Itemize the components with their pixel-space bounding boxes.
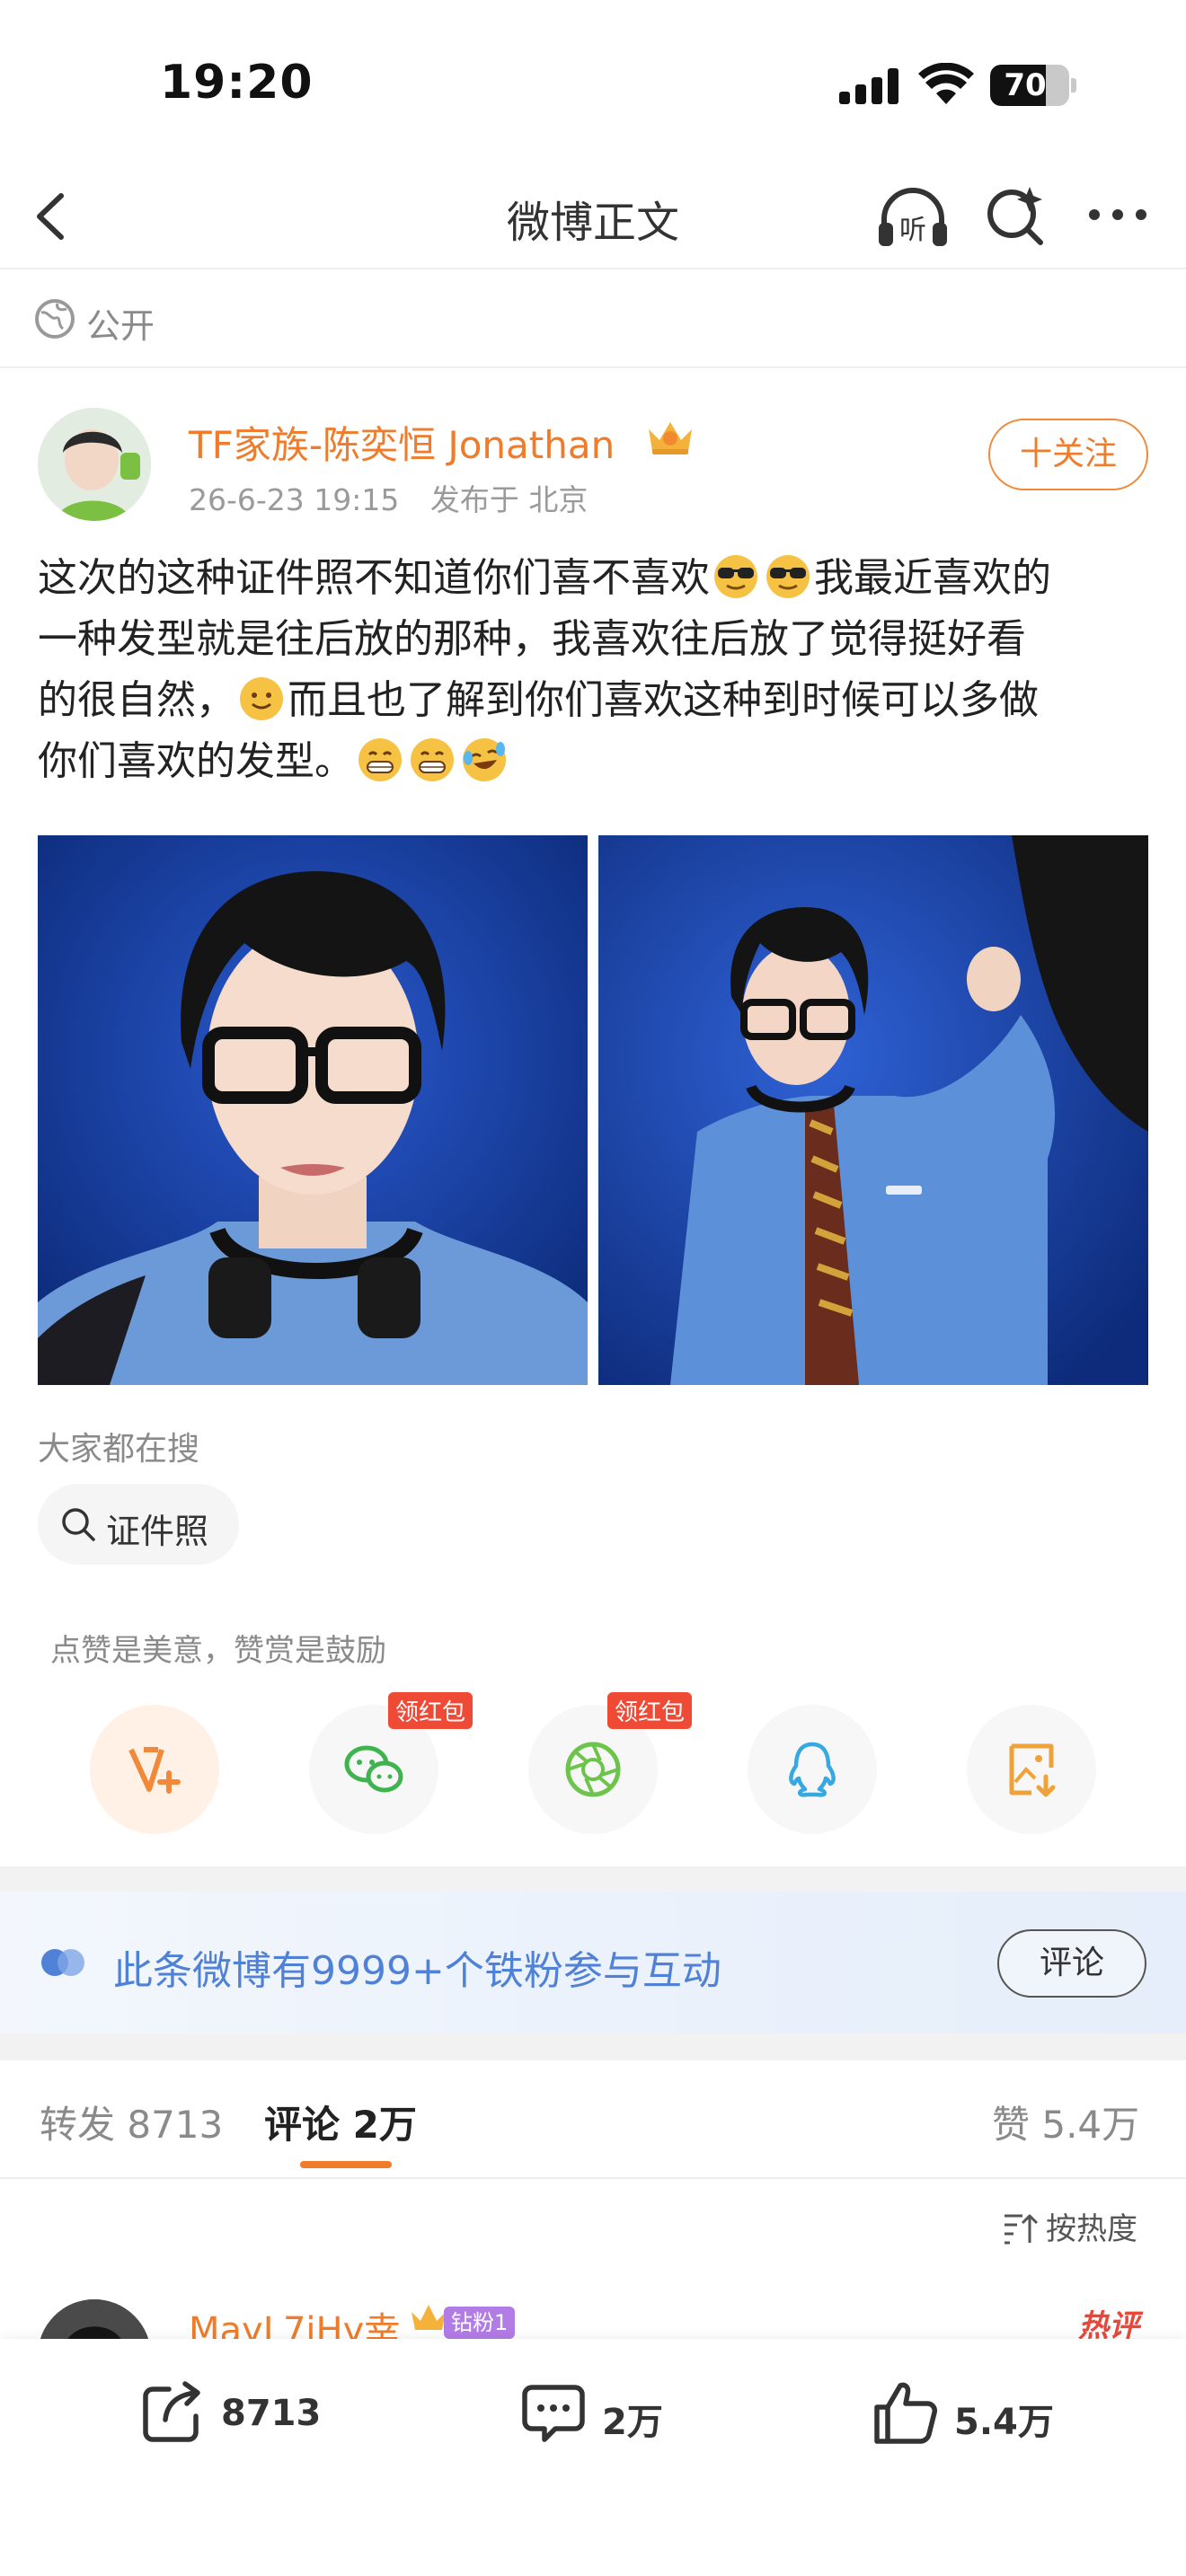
search-icon [62,1508,95,1541]
section-divider [0,1866,1186,1892]
post-line: 你们喜欢的发型。 [38,738,354,784]
tab-likes[interactable]: 赞 5.4万 [992,2095,1139,2149]
fans-interaction-banner[interactable]: 此条微博有9999+个铁粉参与互动 评论 [0,1892,1186,2033]
cool-sunglasses-emoji-icon [766,555,810,598]
bottom-action-bar: 8713 2万 5.4万 [0,2339,1186,2576]
battery-level: 70 [1004,67,1047,103]
share-wechat-button[interactable]: 领红包 [309,1692,474,1834]
comment-icon [522,2385,585,2442]
crown-badge-icon [649,422,692,454]
post-text: 这次的这种证件照不知道你们喜不喜欢 我最近喜欢的 一种发型就是往后放的那种，我喜欢… [38,548,1148,792]
qq-penguin-icon [789,1742,836,1797]
cellular-signal-icon [839,68,902,104]
section-divider [0,2033,1186,2060]
redpack-badge: 领红包 [607,1692,693,1729]
tab-comment[interactable]: 评论 2万 [264,2095,417,2149]
sort-button[interactable]: 按热度 [1003,2204,1137,2248]
post-line: 我最近喜欢的 [814,555,1051,601]
fan-level-badge: 钻粉1 [444,2307,516,2339]
fans-badge-icon [41,1949,84,1976]
listen-headphones-icon[interactable]: 听 [875,181,951,253]
comment-count: 2万 [602,2402,663,2443]
follow-button[interactable]: 十关注 [988,419,1148,490]
post-line: 一种发型就是往后放的那种，我喜欢往后放了觉得挺好看 [38,616,1026,662]
thumbs-up-icon [874,2382,937,2444]
tab-repost[interactable]: 转发 8713 [40,2095,223,2149]
smile-emoji-icon [240,677,283,720]
reward-button[interactable] [90,1705,219,1834]
svg-text:听: 听 [899,215,926,246]
search-icon[interactable] [983,183,1048,248]
fans-banner-text: 此条微博有9999+个铁粉参与互动 [113,1948,721,1994]
status-time: 19:20 [160,56,314,110]
redpack-badge: 领红包 [388,1692,474,1729]
post-line: 的很自然， [38,677,235,723]
post-line: 而且也了解到你们喜欢这种到时候可以多做 [288,677,1039,723]
author-avatar[interactable] [38,408,151,521]
post-meta: 26-6-23 19:15 发布于 北京 [189,476,609,519]
cool-sunglasses-emoji-icon [714,555,757,598]
sort-icon [1005,2214,1039,2245]
post-photo-1[interactable] [38,835,588,1385]
trending-search-chip[interactable]: 证件照 [38,1484,239,1565]
wifi-icon [918,63,974,104]
post-line: 这次的这种证件照不知道你们喜不喜欢 [38,555,710,601]
reward-v-plus-icon [128,1747,181,1794]
share-qq-button[interactable] [748,1705,877,1834]
laugh-tears-emoji-icon [463,738,506,781]
active-tab-indicator [300,2161,392,2168]
reward-tooltip: 点赞是美意，赞赏是鼓励 [38,1622,399,1685]
globe-icon [35,299,75,339]
sort-label: 按热度 [1046,2211,1137,2247]
author-name[interactable]: TF家族-陈奕恒 Jonathan [189,415,615,470]
post-date: 26-6-23 19:15 [189,482,400,517]
post-location: 发布于 北京 [429,482,589,517]
repost-icon [143,2381,200,2442]
trending-search-term: 证件照 [106,1512,209,1551]
status-bar: 19:20 70 [0,0,1186,162]
battery-icon: 70 [990,65,1076,106]
grin-emoji-icon [411,738,454,781]
post-photo-2[interactable] [598,835,1148,1385]
wechat-icon [344,1745,403,1793]
fans-comment-button[interactable]: 评论 [997,1929,1146,1998]
reward-tooltip-text: 点赞是美意，赞赏是鼓励 [38,1622,399,1673]
visibility-row: 公开 [0,271,1186,368]
grin-emoji-icon [358,738,402,781]
moments-shutter-icon [565,1742,621,1797]
save-image-icon [1009,1743,1056,1797]
save-image-button[interactable] [967,1705,1096,1834]
more-icon[interactable] [1087,201,1148,228]
like-count: 5.4万 [954,2402,1054,2443]
nav-bar: 微博正文 听 [0,162,1186,269]
repost-count: 8713 [221,2393,322,2434]
trending-search-label: 大家都在搜 [38,1431,200,1468]
visibility-label: 公开 [86,306,155,346]
share-moments-button[interactable]: 领红包 [528,1692,693,1834]
interaction-tabs: 转发 8713 评论 2万 赞 5.4万 [0,2060,1186,2179]
